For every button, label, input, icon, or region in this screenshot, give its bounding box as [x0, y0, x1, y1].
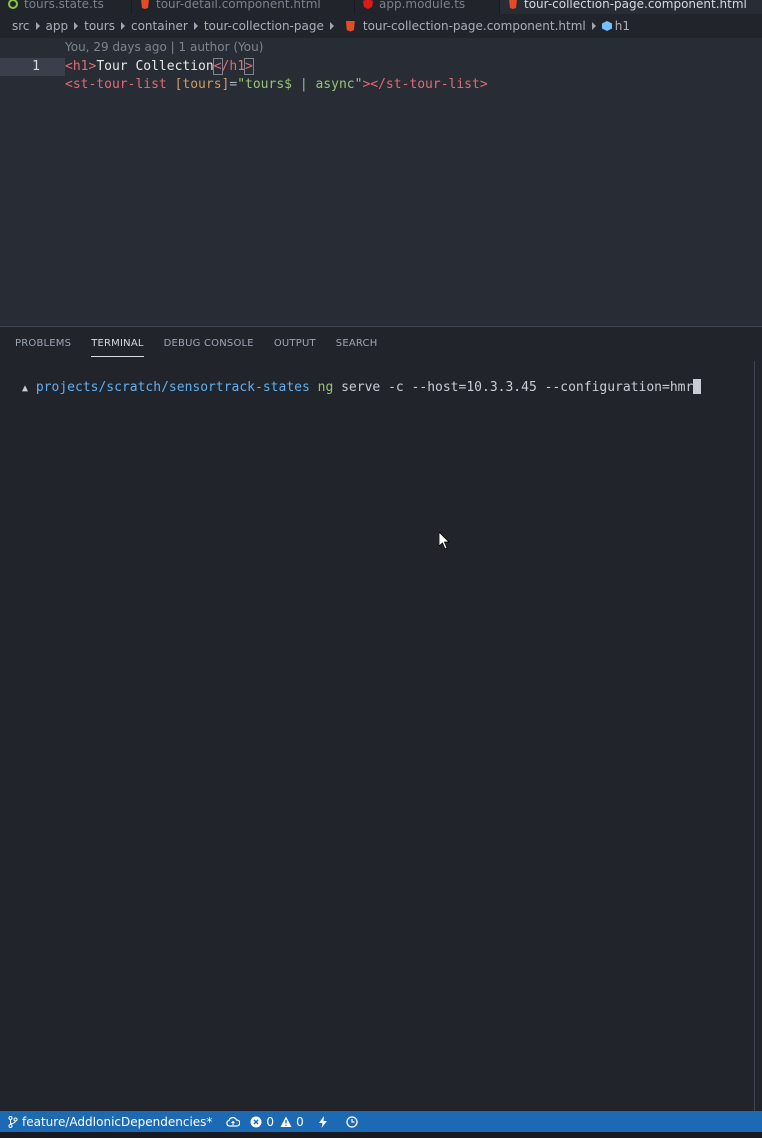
panel-tabs: PROBLEMS TERMINAL DEBUG CONSOLE OUTPUT S… — [0, 327, 762, 361]
git-branch-icon — [8, 1115, 18, 1128]
error-count: 0 — [266, 1114, 275, 1129]
tab-label: app.module.ts — [379, 0, 466, 11]
tab-tours-state[interactable]: tours.state.ts — [0, 0, 132, 14]
tab-app-module[interactable]: app.module.ts — [355, 0, 500, 14]
terminal-command: ng — [317, 380, 334, 395]
code-end-tag: </st-tour-list> — [370, 77, 488, 92]
editor-tabs: tours.state.ts tour-detail.component.htm… — [0, 0, 762, 14]
chevron-right-icon — [193, 22, 198, 30]
branch-name: feature/AddIonicDependencies* — [22, 1114, 213, 1129]
terminal-cursor — [693, 379, 702, 394]
code-quote: " — [237, 77, 246, 92]
tab-search[interactable]: SEARCH — [336, 327, 378, 361]
warning-count: 0 — [296, 1114, 304, 1129]
chevron-right-icon — [591, 22, 596, 30]
chevron-right-icon — [120, 22, 125, 30]
branch-indicator[interactable]: feature/AddIonicDependencies* — [8, 1115, 212, 1129]
code-text: Tour Collection — [96, 59, 214, 74]
error-icon — [250, 1116, 262, 1127]
timeline-button[interactable] — [346, 1115, 362, 1128]
html-file-icon — [345, 20, 355, 32]
tab-label: tour-collection-page.component.html — [524, 0, 747, 11]
breadcrumb-item[interactable]: container — [131, 19, 188, 33]
breadcrumb-item[interactable]: src — [12, 19, 30, 33]
code-bracket-match: > — [244, 58, 254, 75]
tab-output[interactable]: OUTPUT — [274, 327, 316, 361]
sync-button[interactable] — [226, 1116, 244, 1128]
code-bracket-match: < — [212, 58, 223, 75]
breadcrumb: src app tours container tour-collection-… — [0, 16, 762, 36]
tab-label: tours.state.ts — [24, 0, 104, 11]
prompt-arrow-icon: ▲ — [22, 383, 29, 394]
chevron-right-icon — [74, 22, 79, 30]
terminal-args: serve -c --host=10.3.3.45 --configuratio… — [341, 380, 694, 395]
breadcrumb-item[interactable]: tour-collection-page.component.html — [363, 19, 586, 33]
tab-debug-console[interactable]: DEBUG CONSOLE — [164, 327, 254, 361]
chevron-right-icon — [329, 22, 334, 30]
code-string: tours$ | async — [245, 77, 355, 92]
line-number: 1 — [32, 59, 40, 74]
code-line-2[interactable]: <st-tour-list [tours]="tours$ | async"><… — [65, 76, 488, 94]
tab-terminal[interactable]: TERMINAL — [91, 327, 145, 361]
breadcrumb-item[interactable]: tour-collection-page — [204, 19, 324, 33]
tab-problems[interactable]: PROBLEMS — [15, 327, 71, 361]
tab-tour-detail[interactable]: tour-detail.component.html — [132, 0, 355, 14]
lightning-icon — [318, 1115, 327, 1128]
window-bottom-edge — [0, 1132, 762, 1138]
terminal-prompt-line: ▲ projects/scratch/sensortrack-states ng… — [22, 379, 702, 398]
problems-indicator[interactable]: 0 0 — [250, 1114, 304, 1129]
breadcrumb-item[interactable]: app — [46, 19, 69, 33]
typescript-file-icon — [8, 0, 18, 9]
terminal[interactable]: ▲ projects/scratch/sensortrack-states ng… — [0, 367, 755, 1112]
mouse-cursor-icon — [439, 532, 450, 550]
code-editor[interactable]: You, 29 days ago | 1 author (You) 1 <h1>… — [0, 38, 762, 326]
code-attribute: [tours] — [174, 77, 230, 92]
angular-file-icon — [363, 0, 373, 9]
cloud-upload-icon — [226, 1116, 241, 1127]
tab-tour-collection-page[interactable]: tour-collection-page.component.html — [500, 0, 762, 14]
code-open-tag: <st-tour-list — [65, 77, 167, 92]
breadcrumb-item[interactable]: tours — [84, 19, 115, 33]
code-line-1[interactable]: <h1>Tour Collection</h1> — [65, 58, 254, 76]
clock-icon — [346, 1115, 358, 1128]
chevron-right-icon — [35, 22, 40, 30]
tab-label: tour-detail.component.html — [156, 0, 321, 11]
warning-icon — [280, 1116, 292, 1127]
element-cube-icon — [601, 21, 612, 31]
status-bar: feature/AddIonicDependencies* 0 0 — [0, 1111, 762, 1132]
code-open-tag: <h1> — [65, 59, 97, 74]
code-close-tag: /h1 — [221, 59, 246, 74]
html-file-icon — [141, 0, 149, 9]
terminal-path: projects/scratch/sensortrack-states — [35, 380, 310, 395]
html-file-icon — [509, 0, 517, 9]
bottom-panel: PROBLEMS TERMINAL DEBUG CONSOLE OUTPUT S… — [0, 326, 762, 1112]
git-blame-annotation[interactable]: You, 29 days ago | 1 author (You) — [65, 40, 263, 54]
live-share-button[interactable] — [318, 1115, 332, 1128]
breadcrumb-item[interactable]: h1 — [615, 19, 630, 33]
